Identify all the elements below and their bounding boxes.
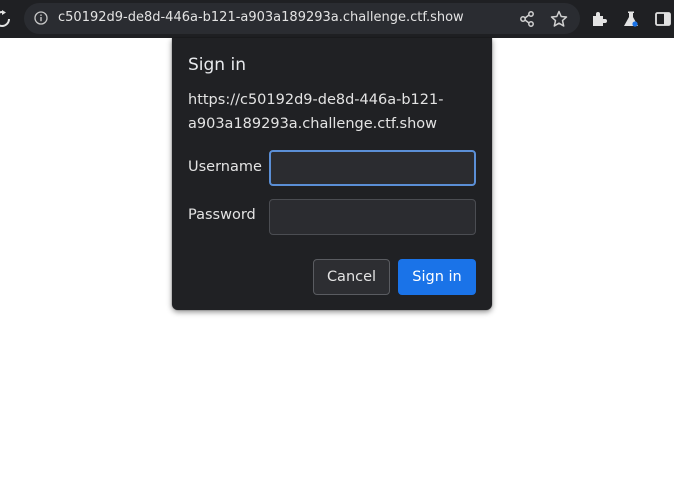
password-label: Password [188,207,256,223]
address-bar[interactable]: c50192d9-de8d-446a-b121-a903a189293a.cha… [24,3,580,34]
extensions-icon[interactable] [590,10,608,28]
username-label: Username [188,159,262,175]
dialog-origin: https://c50192d9-de8d-446a-b121-a903a189… [188,92,444,132]
info-icon[interactable] [34,11,48,25]
share-icon[interactable] [518,10,536,28]
sign-in-dialog: Sign in https://c50192d9-de8d-446a-b121-… [172,38,492,310]
side-panel-icon[interactable] [654,10,672,28]
password-field[interactable] [269,199,476,235]
browser-toolbar: c50192d9-de8d-446a-b121-a903a189293a.cha… [0,0,674,38]
sign-in-button[interactable]: Sign in [398,259,476,295]
username-field[interactable] [269,150,476,186]
star-icon[interactable] [550,10,568,28]
address-url[interactable]: c50192d9-de8d-446a-b121-a903a189293a.cha… [58,10,464,25]
reload-icon[interactable] [0,10,10,28]
cancel-button[interactable]: Cancel [313,259,390,295]
labs-icon[interactable] [622,10,640,28]
dialog-title: Sign in [188,55,246,75]
